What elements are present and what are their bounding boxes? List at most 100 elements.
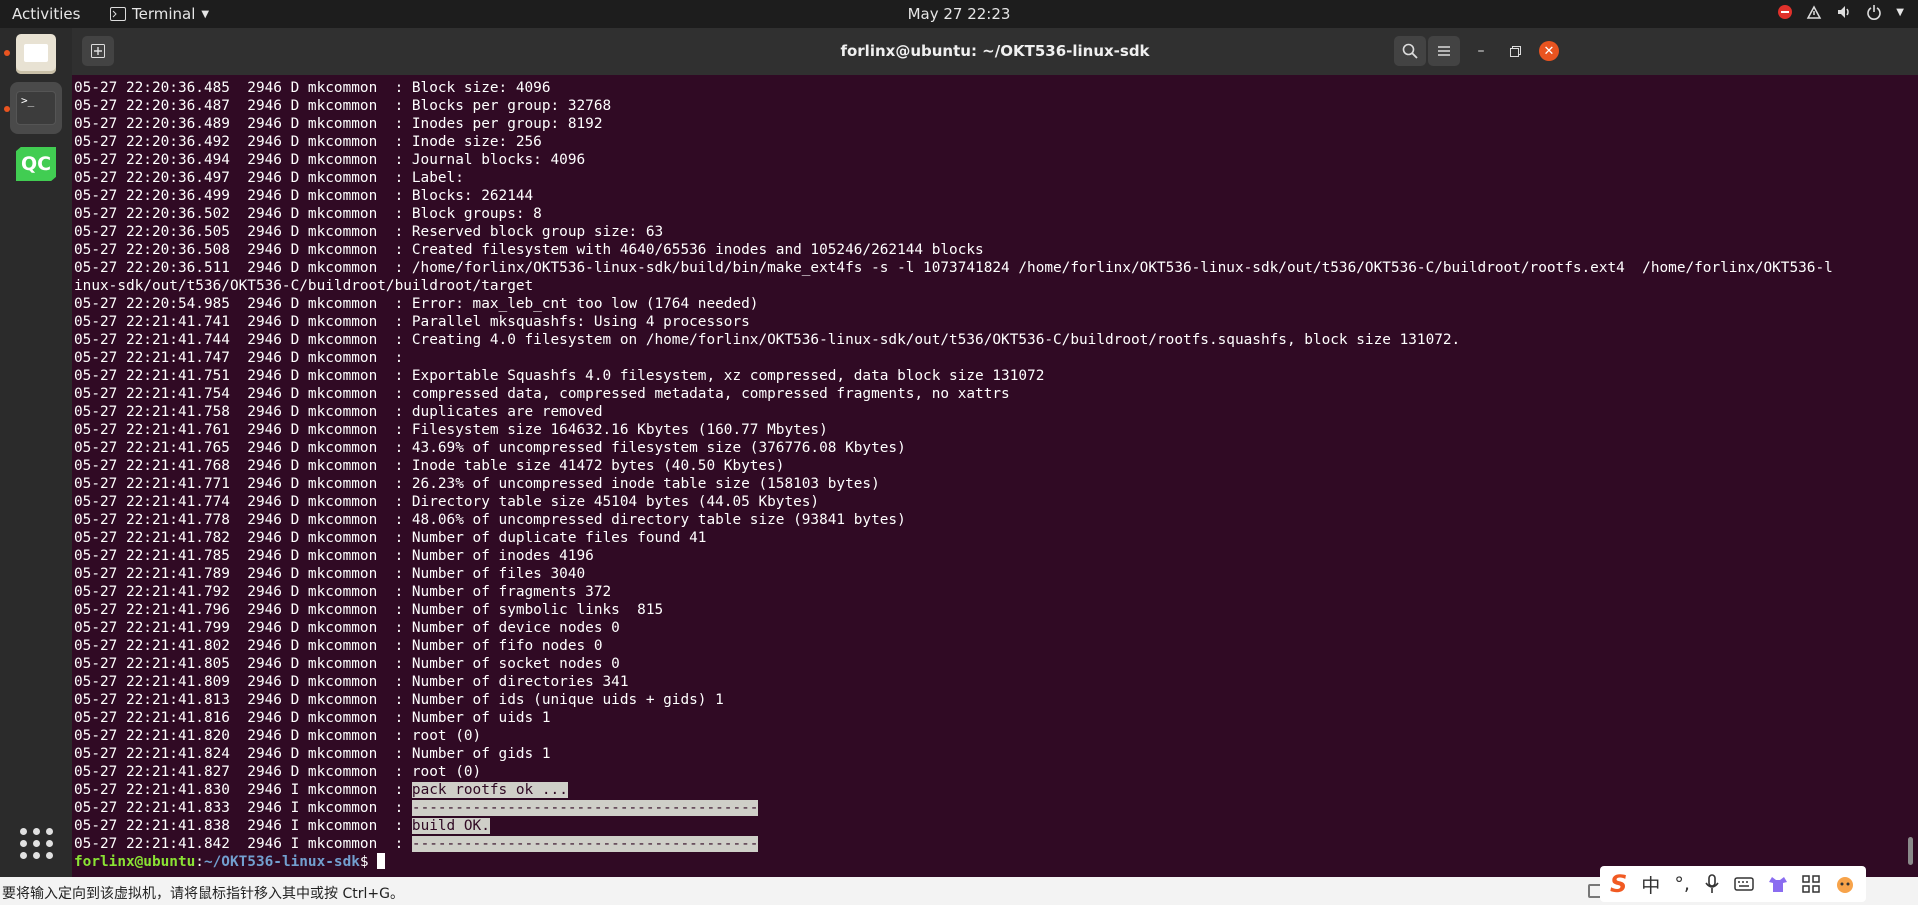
terminal-line-text: 05-27 22:20:54.985 2946 D mkcommon : Err…	[74, 296, 759, 312]
terminal-line: 05-27 22:21:41.816 2946 D mkcommon : Num…	[74, 709, 551, 727]
chevron-down-icon: ▼	[1896, 6, 1904, 18]
show-applications-icon[interactable]	[20, 828, 54, 859]
terminal-line: 05-27 22:21:41.751 2946 D mkcommon : Exp…	[74, 367, 1044, 385]
prompt-separator: :	[195, 854, 204, 870]
terminal-line: 05-27 22:20:36.487 2946 D mkcommon : Blo…	[74, 97, 611, 115]
minimize-icon: –	[1477, 43, 1485, 59]
files-launcher[interactable]	[10, 28, 62, 80]
window-titlebar: forlinx@ubuntu: ~/OKT536-linux-sdk – ✕	[72, 28, 1918, 75]
terminal-line: 05-27 22:21:41.813 2946 D mkcommon : Num…	[74, 691, 724, 709]
terminal-line-text: 05-27 22:21:41.838 2946 I mkcommon :	[74, 818, 412, 834]
app-menu-label: Terminal	[132, 5, 196, 23]
restore-button[interactable]	[1500, 36, 1530, 66]
activities-button[interactable]: Activities	[12, 5, 80, 23]
selected-text[interactable]: pack rootfs ok ...	[411, 782, 568, 798]
selected-text[interactable]: build OK.	[411, 818, 490, 834]
terminal-line: 05-27 22:21:41.827 2946 D mkcommon : roo…	[74, 763, 481, 781]
terminal-line: 05-27 22:21:41.792 2946 D mkcommon : Num…	[74, 583, 611, 601]
terminal-line-text: 05-27 22:20:36.487 2946 D mkcommon : Blo…	[74, 98, 612, 114]
hamburger-menu-icon	[1438, 46, 1450, 56]
power-icon	[1867, 5, 1882, 20]
terminal-line-text: 05-27 22:20:36.505 2946 D mkcommon : Res…	[74, 224, 664, 240]
close-button[interactable]: ✕	[1534, 36, 1564, 66]
terminal-line-text: 05-27 22:21:41.761 2946 D mkcommon : Fil…	[74, 422, 828, 438]
terminal-line-text: 05-27 22:21:41.805 2946 D mkcommon : Num…	[74, 656, 620, 672]
window-title: forlinx@ubuntu: ~/OKT536-linux-sdk	[840, 42, 1150, 60]
terminal-line: 05-27 22:20:36.485 2946 D mkcommon : Blo…	[74, 79, 551, 97]
terminal-line-text: 05-27 22:21:41.796 2946 D mkcommon : Num…	[74, 602, 664, 618]
vm-input-hint: 要将输入定向到该虚拟机，请将鼠标指针移入其中或按 Ctrl+G。	[2, 886, 404, 902]
terminal-line: 05-27 22:20:36.489 2946 D mkcommon : Ino…	[74, 115, 603, 133]
keyboard-icon[interactable]	[1734, 876, 1754, 892]
mascot-icon[interactable]	[1834, 874, 1856, 894]
qt-creator-launcher[interactable]: QC	[10, 138, 62, 190]
shell-prompt[interactable]: forlinx@ubuntu:~/OKT536-linux-sdk$	[74, 853, 386, 871]
terminal-line-text: 05-27 22:21:41.830 2946 I mkcommon :	[74, 782, 412, 798]
terminal-line-text: 05-27 22:21:41.827 2946 D mkcommon : roo…	[74, 764, 482, 780]
terminal-launcher[interactable]: >_	[10, 82, 62, 134]
terminal-line-text: 05-27 22:20:36.494 2946 D mkcommon : Jou…	[74, 152, 586, 168]
terminal-line-text: 05-27 22:21:41.842 2946 I mkcommon :	[74, 836, 412, 852]
toolbox-icon[interactable]	[1802, 875, 1820, 893]
minimize-button[interactable]: –	[1466, 36, 1496, 66]
prompt-path: ~/OKT536-linux-sdk	[203, 854, 360, 870]
terminal-line: 05-27 22:21:41.805 2946 D mkcommon : Num…	[74, 655, 620, 673]
terminal-line: 05-27 22:21:41.824 2946 D mkcommon : Num…	[74, 745, 551, 763]
prompt-user: forlinx@ubuntu	[74, 854, 196, 870]
sogou-logo-icon[interactable]: S	[1610, 870, 1627, 898]
terminal-line: 05-27 22:21:41.744 2946 D mkcommon : Cre…	[74, 331, 1460, 349]
terminal-line-text: 05-27 22:20:36.508 2946 D mkcommon : Cre…	[74, 242, 984, 258]
terminal-line-text: 05-27 22:21:41.765 2946 D mkcommon : 43.…	[74, 440, 906, 456]
search-button[interactable]	[1394, 36, 1426, 66]
terminal-line: inux-sdk/out/t536/OKT536-C/buildroot/bui…	[74, 277, 533, 295]
terminal-line: 05-27 22:21:41.771 2946 D mkcommon : 26.…	[74, 475, 880, 493]
terminal-line: 05-27 22:21:41.842 2946 I mkcommon : ---…	[74, 835, 759, 853]
terminal-line: 05-27 22:21:41.785 2946 D mkcommon : Num…	[74, 547, 594, 565]
terminal-line: 05-27 22:20:36.511 2946 D mkcommon : /ho…	[74, 259, 1833, 277]
terminal-line: 05-27 22:21:41.838 2946 I mkcommon : bui…	[74, 817, 490, 835]
terminal-line-text: 05-27 22:21:41.768 2946 D mkcommon : Ino…	[74, 458, 785, 474]
terminal-line-text: 05-27 22:21:41.782 2946 D mkcommon : Num…	[74, 530, 707, 546]
terminal-line-text: 05-27 22:20:36.497 2946 D mkcommon : Lab…	[74, 170, 464, 186]
input-method-toolbar[interactable]: S 中 °,	[1600, 866, 1866, 902]
terminal-line-text: 05-27 22:21:41.824 2946 D mkcommon : Num…	[74, 746, 551, 762]
terminal-line-text: 05-27 22:21:41.789 2946 D mkcommon : Num…	[74, 566, 586, 582]
terminal-line: 05-27 22:21:41.778 2946 D mkcommon : 48.…	[74, 511, 906, 529]
selected-text[interactable]: ----------------------------------------	[411, 800, 759, 816]
microphone-icon[interactable]	[1704, 874, 1720, 894]
terminal-line: 05-27 22:20:36.502 2946 D mkcommon : Blo…	[74, 205, 542, 223]
terminal-line-text: 05-27 22:21:41.774 2946 D mkcommon : Dir…	[74, 494, 820, 510]
terminal-line-text: 05-27 22:20:36.502 2946 D mkcommon : Blo…	[74, 206, 542, 222]
terminal-line: 05-27 22:21:41.761 2946 D mkcommon : Fil…	[74, 421, 828, 439]
terminal-line-text: 05-27 22:21:41.751 2946 D mkcommon : Exp…	[74, 368, 1045, 384]
terminal-line: 05-27 22:21:41.741 2946 D mkcommon : Par…	[74, 313, 750, 331]
ime-mode-toggle[interactable]: 中	[1641, 871, 1660, 898]
app-menu[interactable]: Terminal ▼	[110, 5, 209, 23]
terminal-line-text: 05-27 22:21:41.754 2946 D mkcommon : com…	[74, 386, 1010, 402]
search-icon	[1402, 43, 1418, 59]
prompt-symbol: $	[359, 854, 378, 870]
ime-punctuation-toggle[interactable]: °,	[1674, 873, 1690, 895]
terminal-line-text: 05-27 22:21:41.758 2946 D mkcommon : dup…	[74, 404, 603, 420]
terminal-line-text: 05-27 22:20:36.499 2946 D mkcommon : Blo…	[74, 188, 534, 204]
selected-text[interactable]: ----------------------------------------	[411, 836, 759, 852]
clock[interactable]: May 27 22:23	[908, 5, 1011, 23]
menu-button[interactable]	[1428, 36, 1460, 66]
volume-icon	[1838, 6, 1850, 18]
terminal-line-text: 05-27 22:20:36.492 2946 D mkcommon : Ino…	[74, 134, 542, 150]
terminal-line-text: 05-27 22:20:36.489 2946 D mkcommon : Ino…	[74, 116, 603, 132]
terminal-line: 05-27 22:21:41.820 2946 D mkcommon : roo…	[74, 727, 481, 745]
terminal-line-text: 05-27 22:21:41.833 2946 I mkcommon :	[74, 800, 412, 816]
terminal-line: 05-27 22:21:41.765 2946 D mkcommon : 43.…	[74, 439, 906, 457]
system-tray[interactable]: ▼	[1778, 4, 1904, 20]
terminal-line-text: inux-sdk/out/t536/OKT536-C/buildroot/bui…	[74, 278, 534, 294]
terminal-line: 05-27 22:21:41.796 2946 D mkcommon : Num…	[74, 601, 663, 619]
chevron-down-icon: ▼	[201, 8, 210, 20]
terminal-line-text: 05-27 22:21:41.809 2946 D mkcommon : Num…	[74, 674, 629, 690]
terminal-line: 05-27 22:21:41.830 2946 I mkcommon : pac…	[74, 781, 568, 799]
skin-icon[interactable]	[1768, 875, 1788, 893]
terminal-output[interactable]: 05-27 22:20:36.485 2946 D mkcommon : Blo…	[72, 79, 1902, 871]
terminal-line-text: 05-27 22:21:41.816 2946 D mkcommon : Num…	[74, 710, 551, 726]
terminal-line-text: 05-27 22:21:41.741 2946 D mkcommon : Par…	[74, 314, 750, 330]
scrollbar-thumb[interactable]	[1908, 837, 1913, 865]
